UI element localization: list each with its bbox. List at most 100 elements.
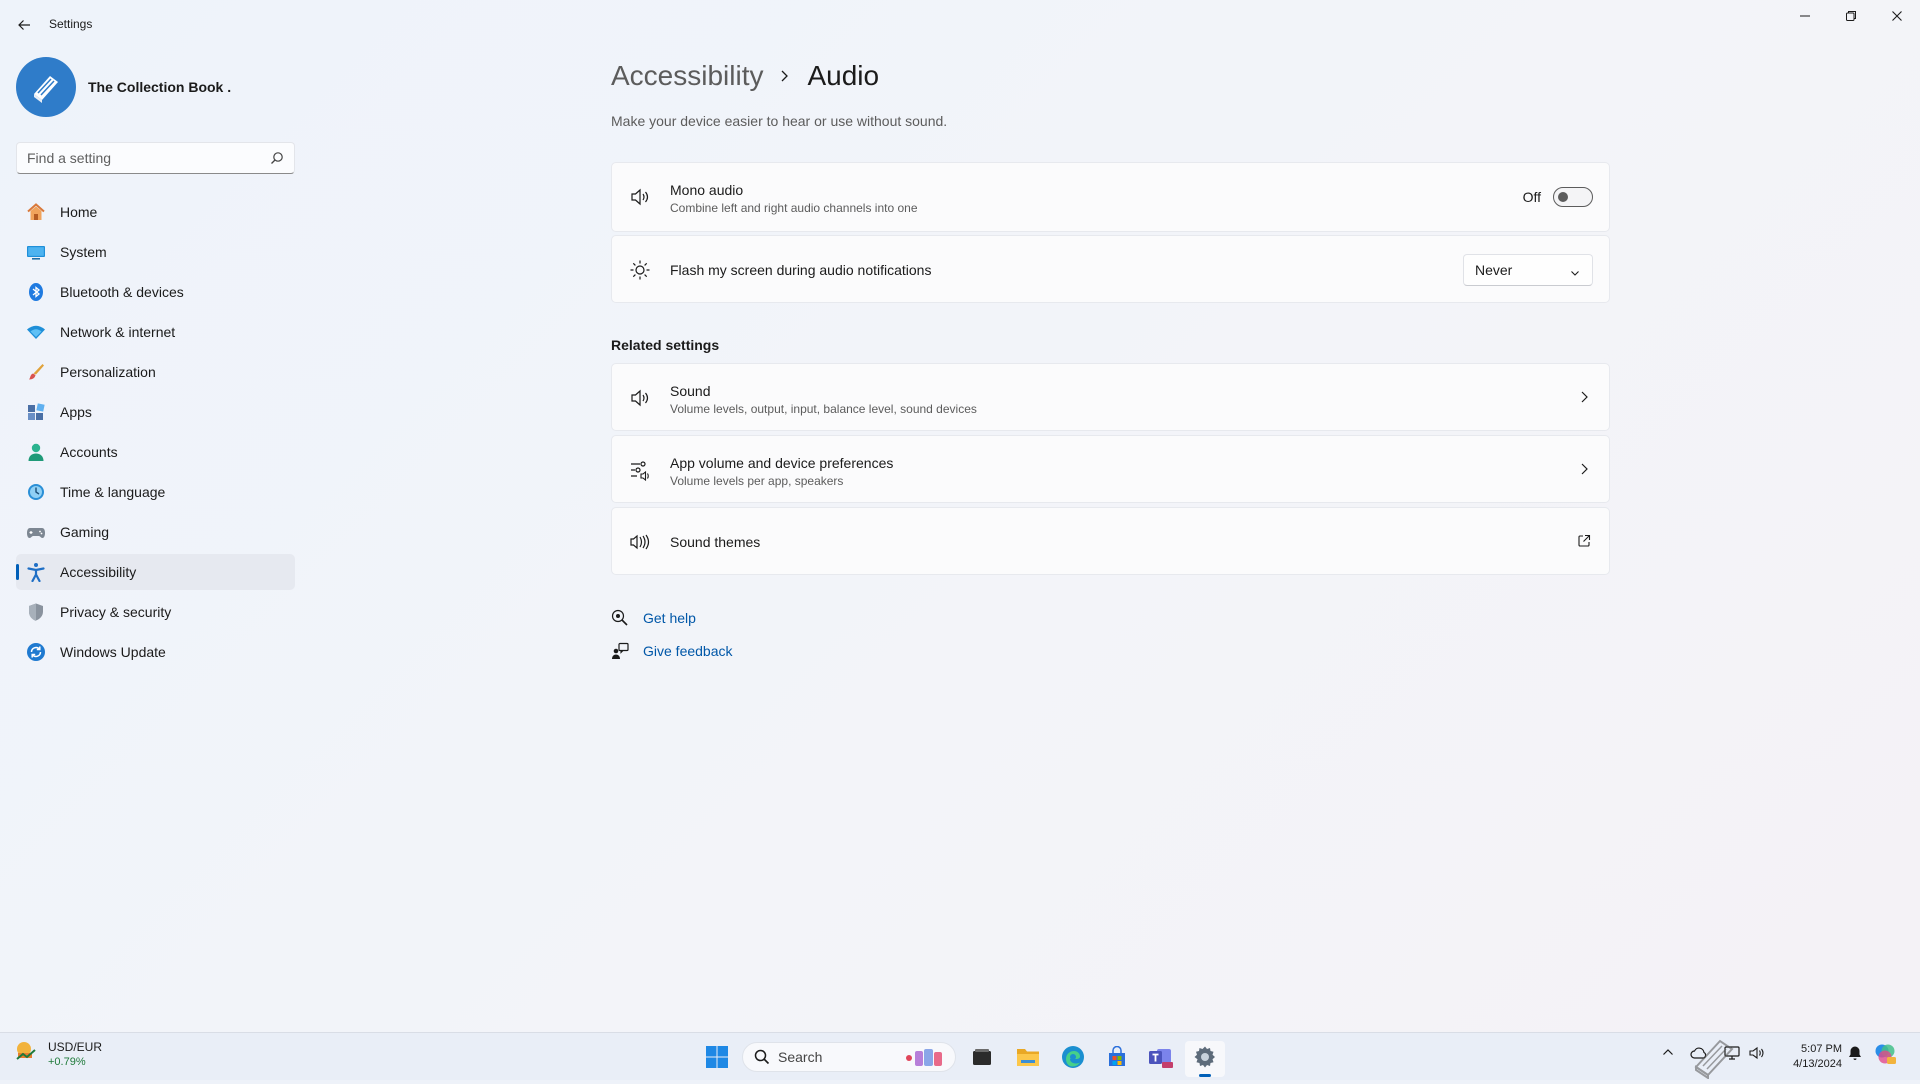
breadcrumb-parent-link[interactable]: Accessibility <box>611 60 763 92</box>
chevron-down-icon <box>1570 265 1580 281</box>
edge-button[interactable] <box>1053 1041 1093 1077</box>
taskbar: USD/EUR +0.79% Search 5:07 PM 4/13/2024 <box>0 1032 1920 1080</box>
app-title: Settings <box>49 17 93 31</box>
widget-text: USD/EUR +0.79% <box>48 1040 102 1070</box>
user-profile[interactable]: The Collection Book . <box>16 57 231 117</box>
settings-search-box[interactable] <box>16 142 295 174</box>
speaker-icon <box>628 386 652 410</box>
sidebar-item-label: Home <box>60 204 98 220</box>
get-help-link[interactable]: Get help <box>611 608 696 628</box>
flash-screen-card: Flash my screen during audio notificatio… <box>611 235 1610 303</box>
give-feedback-label: Give feedback <box>643 643 733 659</box>
sidebar-item-network-internet[interactable]: Network & internet <box>16 314 295 350</box>
toggle-knob <box>1558 192 1568 202</box>
sidebar-item-label: Personalization <box>60 364 156 380</box>
widget-pair: USD/EUR <box>48 1039 103 1054</box>
chevron-right-icon <box>779 69 789 83</box>
avatar <box>16 57 76 117</box>
clock-date: 4/13/2024 <box>1793 1058 1842 1070</box>
sidebar-item-accessibility[interactable]: Accessibility <box>16 554 295 590</box>
store-icon <box>1106 1045 1128 1073</box>
notifications-tray[interactable] <box>1847 1045 1863 1061</box>
currency-widget[interactable]: USD/EUR +0.79% <box>14 1039 102 1070</box>
sidebar-item-label: Apps <box>60 404 92 420</box>
gamepad-icon <box>26 522 46 542</box>
sidebar-item-personalization[interactable]: Personalization <box>16 354 295 390</box>
sidebar-item-windows-update[interactable]: Windows Update <box>16 634 295 670</box>
sound-themes-card[interactable]: Sound themes <box>611 507 1610 575</box>
teams-icon <box>1148 1045 1174 1074</box>
bell-icon <box>1849 1046 1861 1060</box>
restore-icon <box>1846 11 1856 21</box>
search-highlight-icon <box>903 1047 947 1069</box>
sidebar-item-home[interactable]: Home <box>16 194 295 230</box>
get-help-label: Get help <box>643 610 696 626</box>
search-input[interactable] <box>27 150 257 166</box>
sound-title: Sound <box>670 383 711 399</box>
sidebar-item-time-language[interactable]: Time & language <box>16 474 295 510</box>
sidebar-item-gaming[interactable]: Gaming <box>16 514 295 550</box>
mono-audio-title: Mono audio <box>670 182 744 198</box>
app-volume-card[interactable]: App volume and device preferences Volume… <box>611 435 1610 503</box>
close-icon <box>1892 11 1902 21</box>
volume-tray[interactable] <box>1748 1045 1766 1061</box>
copilot-icon <box>1875 1044 1896 1064</box>
sidebar-item-privacy-security[interactable]: Privacy & security <box>16 594 295 630</box>
sound-description: Volume levels, output, input, balance le… <box>670 402 977 416</box>
mono-audio-card: Mono audio Combine left and right audio … <box>611 162 1610 232</box>
sound-settings-card[interactable]: Sound Volume levels, output, input, bala… <box>611 363 1610 431</box>
minimize-button[interactable] <box>1782 0 1828 32</box>
search-icon <box>754 1049 770 1065</box>
restore-button[interactable] <box>1828 0 1874 32</box>
back-arrow-icon <box>18 20 30 30</box>
get-help-icon <box>611 609 629 627</box>
sidebar-item-label: Privacy & security <box>60 604 172 620</box>
show-hidden-icons-button[interactable] <box>1662 1047 1674 1057</box>
open-external-icon <box>1577 534 1591 553</box>
feedback-icon <box>611 642 629 660</box>
page-description: Make your device easier to hear or use w… <box>611 113 948 129</box>
sidebar-item-label: Accessibility <box>60 564 137 580</box>
mono-audio-description: Combine left and right audio channels in… <box>670 201 918 215</box>
accessibility-icon <box>26 562 46 582</box>
mixer-icon <box>628 458 652 482</box>
shield-icon <box>26 602 46 622</box>
sidebar-item-label: Windows Update <box>60 644 166 660</box>
sound-wave-icon <box>628 530 652 554</box>
sidebar-item-bluetooth-devices[interactable]: Bluetooth & devices <box>16 274 295 310</box>
wifi-icon <box>26 322 46 342</box>
chevron-up-icon <box>1663 1049 1673 1055</box>
breadcrumb: Accessibility Audio <box>611 56 879 96</box>
app-volume-description: Volume levels per app, speakers <box>670 474 844 488</box>
store-button[interactable] <box>1097 1041 1137 1077</box>
sound-themes-title: Sound themes <box>670 534 761 550</box>
teams-button[interactable] <box>1141 1041 1181 1077</box>
file-explorer-button[interactable] <box>1008 1041 1048 1077</box>
app-volume-title: App volume and device preferences <box>670 455 894 471</box>
related-settings-heading: Related settings <box>611 337 720 353</box>
taskbar-clock[interactable]: 5:07 PM 4/13/2024 <box>1776 1042 1842 1072</box>
flash-screen-dropdown[interactable]: Never <box>1463 254 1593 286</box>
file-explorer-icon <box>1016 1046 1040 1073</box>
taskbar-search[interactable]: Search <box>742 1042 956 1072</box>
apps-icon <box>26 402 46 422</box>
settings-taskbar-button[interactable] <box>1185 1041 1225 1077</box>
copilot-tray[interactable] <box>1873 1042 1897 1066</box>
sidebar-item-accounts[interactable]: Accounts <box>16 434 295 470</box>
edge-icon <box>1061 1045 1085 1074</box>
close-button[interactable] <box>1874 0 1920 32</box>
mono-audio-toggle[interactable] <box>1553 187 1593 207</box>
sidebar-item-apps[interactable]: Apps <box>16 394 295 430</box>
clock-time: 5:07 PM <box>1801 1043 1842 1055</box>
task-view-button[interactable] <box>962 1041 1002 1077</box>
back-button[interactable] <box>12 13 36 37</box>
sound-text: Sound Volume levels, output, input, bala… <box>670 383 977 416</box>
sidebar-item-system[interactable]: System <box>16 234 295 270</box>
start-icon <box>705 1045 729 1074</box>
start-button[interactable] <box>697 1041 737 1077</box>
settings-icon <box>1193 1045 1217 1074</box>
sidebar-item-label: Bluetooth & devices <box>60 284 184 300</box>
page-title: Audio <box>807 60 880 91</box>
give-feedback-link[interactable]: Give feedback <box>611 641 733 661</box>
search-icon[interactable] <box>270 151 284 170</box>
